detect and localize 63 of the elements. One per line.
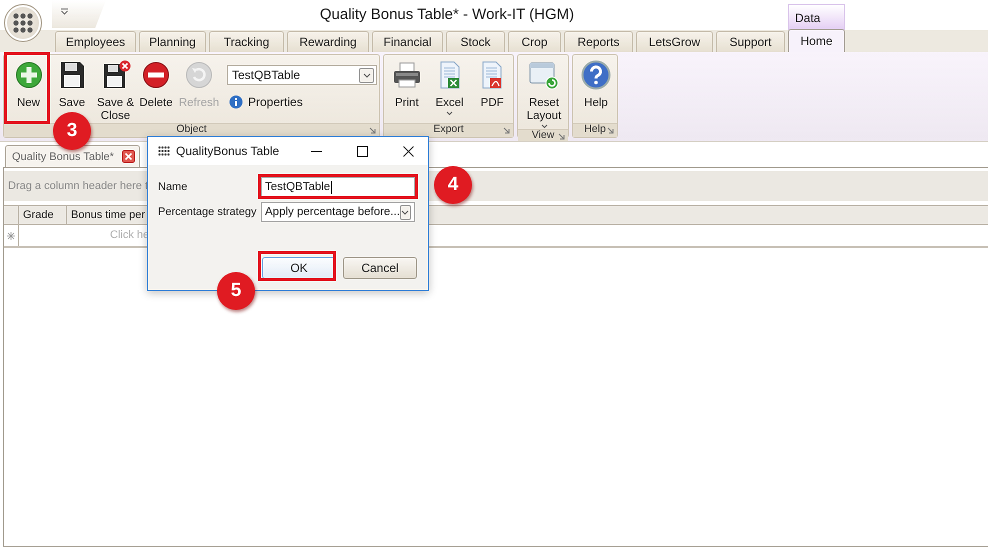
ribbon-tab[interactable]: Reports <box>564 31 633 52</box>
name-field[interactable]: TestQBTable <box>261 177 415 197</box>
ribbon-tab[interactable]: Crop <box>508 31 561 52</box>
ribbon-tab[interactable]: LetsGrow <box>636 31 713 52</box>
minimize-icon <box>310 150 322 152</box>
help-icon <box>581 60 611 90</box>
launcher-icon[interactable] <box>558 133 565 140</box>
window-title: Quality Bonus Table* - Work-IT (HGM) <box>318 5 576 25</box>
ribbon-tab[interactable]: Rewarding <box>287 31 369 52</box>
ribbon-tab[interactable]: Support <box>716 31 785 52</box>
close-icon[interactable] <box>122 150 135 163</box>
chevron-down-icon <box>362 72 370 78</box>
ribbon-button[interactable]: New <box>6 55 51 110</box>
info-icon <box>229 95 243 109</box>
dots-grid-icon <box>13 13 33 33</box>
window-reset-icon <box>528 60 560 90</box>
plus-icon <box>14 61 42 89</box>
ribbon-button[interactable]: Save & Close <box>93 55 138 123</box>
highlight-frame <box>4 52 50 124</box>
ribbon-button[interactable]: Reset Layout <box>520 55 568 129</box>
refresh-icon <box>185 61 213 89</box>
ribbon-tab[interactable]: Planning <box>139 31 206 52</box>
new-row-icon <box>7 232 15 240</box>
close-icon <box>402 146 414 156</box>
properties-button[interactable]: Properties <box>227 95 377 109</box>
app-menu-button[interactable] <box>4 4 42 42</box>
printer-icon <box>392 61 422 89</box>
dots-grid-icon <box>158 146 170 156</box>
launcher-icon[interactable] <box>503 127 510 134</box>
maximize-icon <box>356 146 368 156</box>
ribbon-tab[interactable]: Home <box>788 29 845 52</box>
ribbon-button[interactable]: Save <box>51 55 93 110</box>
ribbon-button[interactable]: Help <box>575 55 617 110</box>
dialog-button[interactable]: OK <box>262 257 336 279</box>
dialog-button[interactable]: Cancel <box>343 257 417 279</box>
field-label: Name <box>158 181 188 193</box>
chevron-down-icon <box>401 210 410 214</box>
dialog-title: QualityBonus Table <box>176 144 280 158</box>
group-label: Object <box>176 124 207 135</box>
ribbon-button[interactable]: Print <box>386 55 428 110</box>
launcher-icon[interactable] <box>369 127 376 134</box>
ribbon-tab[interactable]: Financial <box>372 31 443 52</box>
pdf-file-icon <box>480 60 504 90</box>
contextual-tab-label: Data <box>788 4 845 30</box>
column-header[interactable]: Grade <box>19 206 67 224</box>
group-label: Export <box>433 124 464 135</box>
spreadsheet-file-icon <box>438 60 462 90</box>
ribbon-button[interactable]: Excel <box>428 55 472 116</box>
group-label: View <box>532 130 554 141</box>
step-badge: 4 <box>434 166 472 204</box>
step-badge: 5 <box>217 272 255 310</box>
dropdown-icon[interactable] <box>60 8 69 15</box>
ribbon-tab[interactable]: Employees <box>55 31 136 52</box>
ribbon-button[interactable]: Delete <box>138 55 174 110</box>
table-dropdown[interactable]: TestQBTable <box>227 65 377 85</box>
ribbon-button[interactable]: PDF <box>471 55 513 110</box>
ribbon-tab[interactable]: Stock <box>446 31 505 52</box>
no-entry-icon <box>142 61 170 89</box>
launcher-icon[interactable] <box>607 127 614 134</box>
group-label: Help <box>584 124 606 135</box>
document-tab[interactable]: Quality Bonus Table* <box>5 145 140 167</box>
ribbon-tab[interactable]: Tracking <box>209 31 284 52</box>
strategy-dropdown[interactable]: Apply percentage before... <box>261 202 415 222</box>
